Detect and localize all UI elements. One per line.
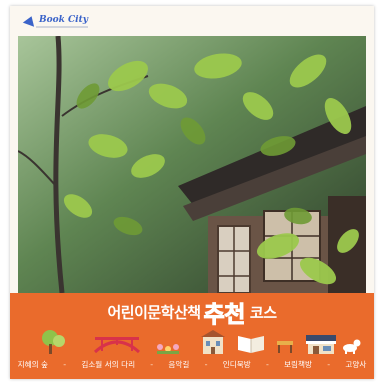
building-icon: [201, 330, 225, 354]
route-separator: -: [265, 360, 269, 369]
logo-bird-icon: [22, 13, 38, 27]
bench-icon: [277, 341, 293, 353]
bridge-icon: [93, 337, 141, 354]
logo-subtitle-line: [36, 26, 88, 28]
flowers-icon: [157, 344, 179, 354]
hanok-photo-illustration: [18, 36, 366, 293]
route-stop: 보림책방: [284, 360, 313, 369]
title-prefix: 어린이문학산책: [107, 303, 201, 322]
title-suffix: 코스: [249, 303, 277, 322]
logo-text: Book City: [39, 15, 88, 25]
poster-header: Book City: [10, 6, 374, 36]
poster: Book City 어린이문학산책 추천 코스 지혜의 숲 - 김소월 서의 다…: [10, 6, 374, 379]
route-separator: -: [150, 360, 154, 369]
hanok-photo: [18, 36, 366, 293]
title-band: 어린이문학산책 추천 코스 지혜의 숲 - 김소월 서의 다리 - 음악길 - …: [10, 293, 374, 379]
route-stop: 음악길: [168, 360, 190, 369]
route-stop: 지혜의 숲: [17, 360, 48, 369]
dog-icon: [343, 339, 361, 354]
logo: Book City: [22, 13, 88, 27]
route-separator: -: [63, 360, 67, 369]
tree-icon: [42, 330, 65, 354]
route-stop: 김소월 서의 다리: [81, 360, 136, 369]
open-book-icon: [238, 336, 264, 353]
route-separator: -: [204, 360, 208, 369]
poster-title: 어린이문학산책 추천 코스: [10, 295, 374, 329]
route-icons: [10, 327, 374, 355]
route-stop: 인디북방: [222, 360, 251, 369]
route-separator: -: [327, 360, 331, 369]
title-highlight: 추천: [203, 302, 246, 329]
shop-icon: [306, 335, 336, 354]
route-list: 지혜의 숲 - 김소월 서의 다리 - 음악길 - 인디북방 - 보림책방 - …: [10, 359, 374, 370]
route-stop: 고양사: [345, 360, 367, 369]
